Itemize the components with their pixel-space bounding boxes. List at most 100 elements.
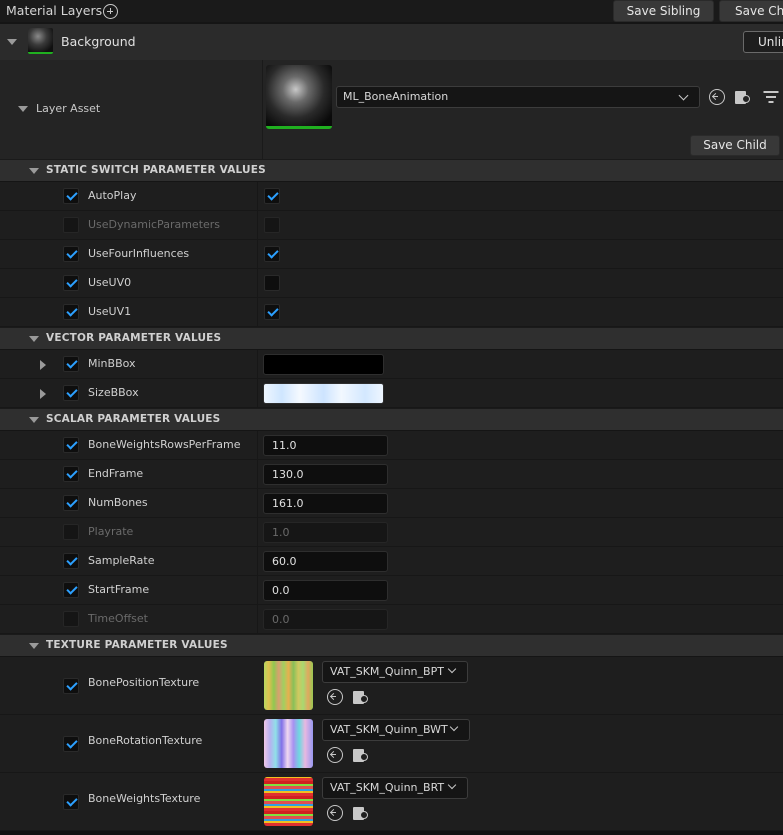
column-divider[interactable] [257,350,258,378]
save-child-button[interactable]: Save Child [690,135,780,156]
column-divider[interactable] [257,489,258,517]
switch-value-checkbox[interactable] [264,246,280,262]
section-collapse-icon[interactable] [29,336,39,342]
override-checkbox[interactable] [63,304,79,320]
switch-value-checkbox[interactable] [264,188,280,204]
layer-thumbnail [28,28,53,54]
override-checkbox[interactable] [63,385,79,401]
column-divider[interactable] [257,240,258,268]
column-divider[interactable] [257,269,258,297]
expand-arrow-icon[interactable] [40,389,46,399]
color-swatch[interactable] [263,383,384,404]
save-child-header-button[interactable]: Save Ch [719,0,783,22]
texture-asset-value: VAT_SKM_Quinn_BRT [330,781,445,794]
scalar-value-input[interactable]: 11.0 [263,435,388,456]
scalar-value-input[interactable]: 60.0 [263,551,388,572]
layer-asset-label: Layer Asset [36,102,101,115]
unlink-button[interactable]: Unlin [743,31,783,53]
color-swatch[interactable] [263,354,384,375]
texture-asset-value: VAT_SKM_Quinn_BPT [330,665,444,678]
column-divider[interactable] [257,518,258,546]
section-static-switch[interactable]: STATIC SWITCH PARAMETER VALUES [0,159,783,181]
param-row-usedynamicparameters: UseDynamicParameters [0,211,783,240]
texture-asset-picker[interactable]: VAT_SKM_Quinn_BPT [322,661,468,683]
save-sibling-button[interactable]: Save Sibling [613,0,714,22]
param-row-numbones: NumBones 161.0 [0,489,783,518]
param-row-startframe: StartFrame 0.0 [0,576,783,605]
override-checkbox[interactable] [63,794,79,810]
section-vector[interactable]: VECTOR PARAMETER VALUES [0,327,783,349]
override-checkbox[interactable] [63,611,79,627]
override-checkbox[interactable] [63,582,79,598]
param-name: UseDynamicParameters [88,218,221,231]
layer-asset-row: Layer Asset ML_BoneAnimation Save Child [0,60,783,160]
column-divider[interactable] [257,431,258,459]
column-divider[interactable] [257,211,258,239]
column-divider[interactable] [257,379,258,407]
collapse-layer-icon[interactable] [7,39,17,45]
column-divider[interactable] [262,60,263,160]
param-name: BoneRotationTexture [88,734,203,747]
override-checkbox[interactable] [63,736,79,752]
column-divider[interactable] [257,547,258,575]
section-collapse-icon[interactable] [29,168,39,174]
override-checkbox[interactable] [63,217,79,233]
chevron-down-icon [678,90,689,101]
override-checkbox[interactable] [63,188,79,204]
browse-asset-icon[interactable] [353,747,369,762]
scalar-value-input[interactable]: 161.0 [263,493,388,514]
override-checkbox[interactable] [63,246,79,262]
texture-thumbnail[interactable] [264,719,313,768]
texture-thumbnail[interactable] [264,777,313,826]
section-collapse-icon[interactable] [29,643,39,649]
layer-header-background[interactable]: Background Unlin [0,24,783,60]
scalar-value-input[interactable]: 1.0 [263,522,388,543]
column-divider[interactable] [257,298,258,326]
panel-footer [0,831,783,835]
texture-asset-picker[interactable]: VAT_SKM_Quinn_BRT [322,777,468,799]
column-divider[interactable] [257,576,258,604]
override-checkbox[interactable] [63,466,79,482]
switch-value-checkbox[interactable] [264,217,280,233]
chevron-down-icon [447,664,457,674]
override-checkbox[interactable] [63,524,79,540]
scalar-value-input[interactable]: 0.0 [263,580,388,601]
scalar-value-input[interactable]: 0.0 [263,609,388,630]
param-row-useuv1: UseUV1 [0,298,783,327]
scalar-value-input[interactable]: 130.0 [263,464,388,485]
texture-thumbnail[interactable] [264,661,313,710]
layer-asset-picker[interactable]: ML_BoneAnimation [336,86,700,108]
add-layer-icon[interactable] [103,4,118,19]
switch-value-checkbox[interactable] [264,275,280,291]
texture-asset-picker[interactable]: VAT_SKM_Quinn_BWT [322,719,470,741]
use-selected-asset-icon[interactable] [327,805,343,821]
column-divider[interactable] [257,605,258,633]
use-selected-asset-icon[interactable] [709,89,725,105]
param-row-boneweightsrowsperframe: BoneWeightsRowsPerFrame 11.0 [0,431,783,460]
override-checkbox[interactable] [63,678,79,694]
browse-asset-icon[interactable] [353,689,369,704]
section-collapse-icon[interactable] [29,417,39,423]
column-divider[interactable] [257,460,258,488]
override-checkbox[interactable] [63,356,79,372]
column-divider[interactable] [257,182,258,210]
layer-asset-thumbnail[interactable] [266,65,332,129]
section-title: SCALAR PARAMETER VALUES [46,413,221,425]
param-name: BoneWeightsRowsPerFrame [88,438,241,451]
override-checkbox[interactable] [63,553,79,569]
switch-value-checkbox[interactable] [264,304,280,320]
browse-asset-icon[interactable] [735,89,751,104]
use-selected-asset-icon[interactable] [327,689,343,705]
param-name: UseFourInfluences [88,247,190,260]
expand-arrow-icon[interactable] [40,360,46,370]
filter-icon[interactable] [763,91,778,103]
section-title: STATIC SWITCH PARAMETER VALUES [46,164,266,176]
override-checkbox[interactable] [63,437,79,453]
browse-asset-icon[interactable] [353,805,369,820]
layer-asset-expander-icon[interactable] [18,106,28,112]
override-checkbox[interactable] [63,275,79,291]
override-checkbox[interactable] [63,495,79,511]
section-scalar[interactable]: SCALAR PARAMETER VALUES [0,408,783,430]
section-texture[interactable]: TEXTURE PARAMETER VALUES [0,634,783,656]
use-selected-asset-icon[interactable] [327,747,343,763]
